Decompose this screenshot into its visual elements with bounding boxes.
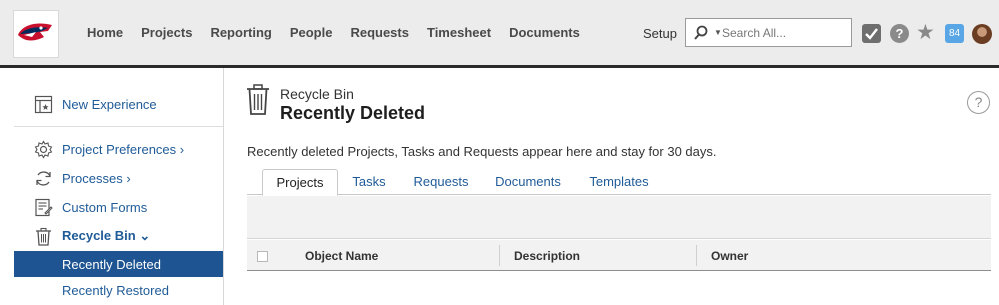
page-description: Recently deleted Projects, Tasks and Req…	[247, 144, 717, 159]
table-header: Object Name Description Owner	[247, 240, 991, 271]
search-scope-chevron-icon[interactable]: ▼	[714, 28, 722, 37]
top-bar: Home Projects Reporting People Requests …	[0, 0, 999, 65]
column-header-description[interactable]: Description	[514, 249, 580, 263]
patriots-logo-icon	[18, 23, 52, 41]
page-title: Recently Deleted	[280, 103, 426, 123]
company-logo[interactable]	[13, 10, 59, 58]
sidebar-item-processes[interactable]: Processes ›	[14, 165, 223, 191]
sidebar-divider	[14, 126, 223, 127]
global-search[interactable]: ▼	[685, 18, 852, 47]
column-header-object-name[interactable]: Object Name	[305, 249, 378, 263]
tab-requests[interactable]: Requests	[404, 169, 478, 196]
column-divider[interactable]	[499, 245, 500, 266]
sidebar-item-project-preferences[interactable]: Project Preferences ›	[14, 136, 223, 162]
column-header-owner[interactable]: Owner	[711, 249, 748, 263]
page-breadcrumb: Recycle Bin	[280, 86, 354, 102]
sidebar-border	[223, 68, 224, 305]
nav-timesheet[interactable]: Timesheet	[427, 25, 491, 40]
sidebar-item-label: New Experience	[62, 96, 157, 112]
setup-link[interactable]: Setup	[643, 26, 677, 41]
sidebar-subitem-label: Recently Deleted	[62, 257, 161, 272]
list-toolbar	[247, 196, 991, 239]
sidebar-subitem-label: Recently Restored	[62, 283, 169, 298]
notifications-badge[interactable]: 84	[945, 24, 964, 43]
nav-requests[interactable]: Requests	[350, 25, 409, 40]
tab-templates[interactable]: Templates	[579, 169, 659, 196]
nav-people[interactable]: People	[290, 25, 333, 40]
column-divider[interactable]	[696, 245, 697, 266]
chevron-down-icon: ⌄	[139, 228, 151, 243]
sidebar-item-label: Recycle Bin ⌄	[62, 228, 151, 243]
sidebar-subitem-recently-restored[interactable]: Recently Restored	[14, 277, 223, 303]
sidebar-subitem-recently-deleted[interactable]: Recently Deleted	[14, 251, 223, 277]
new-experience-icon	[34, 95, 53, 113]
main-nav: Home Projects Reporting People Requests …	[78, 0, 589, 65]
tab-bar: Projects Tasks Requests Documents Templa…	[247, 168, 991, 196]
chevron-right-icon: ›	[179, 141, 185, 157]
tab-documents[interactable]: Documents	[487, 169, 569, 196]
sidebar-item-label: Processes ›	[62, 170, 131, 186]
user-avatar[interactable]	[972, 24, 992, 44]
favorites-star-icon[interactable]: ★	[916, 21, 935, 45]
tab-tasks[interactable]: Tasks	[343, 169, 395, 196]
nav-home[interactable]: Home	[87, 25, 123, 40]
page-help-icon[interactable]: ?	[967, 91, 990, 114]
nav-projects[interactable]: Projects	[141, 25, 192, 40]
sidebar-item-label: Custom Forms	[62, 199, 148, 215]
my-work-check-icon[interactable]	[862, 24, 881, 43]
form-icon	[35, 198, 53, 216]
recycle-bin-page-icon	[247, 84, 269, 115]
nav-reporting[interactable]: Reporting	[210, 25, 271, 40]
sidebar-item-new-experience[interactable]: New Experience	[14, 91, 223, 117]
sidebar-item-custom-forms[interactable]: Custom Forms	[14, 194, 223, 220]
gear-icon	[34, 139, 53, 159]
setup-sidebar: New Experience Project Preferences › Pro…	[14, 68, 223, 305]
sidebar-item-recycle-bin[interactable]: Recycle Bin ⌄	[14, 223, 223, 249]
sidebar-item-label: Project Preferences ›	[62, 141, 185, 157]
chevron-right-icon: ›	[126, 170, 131, 186]
cycle-icon	[36, 170, 51, 186]
search-input[interactable]	[722, 24, 846, 42]
nav-documents[interactable]: Documents	[509, 25, 580, 40]
tab-projects[interactable]: Projects	[262, 169, 338, 196]
select-all-checkbox[interactable]	[257, 251, 268, 262]
help-icon[interactable]: ?	[890, 24, 909, 43]
trash-icon	[36, 227, 51, 246]
search-icon	[694, 25, 708, 40]
